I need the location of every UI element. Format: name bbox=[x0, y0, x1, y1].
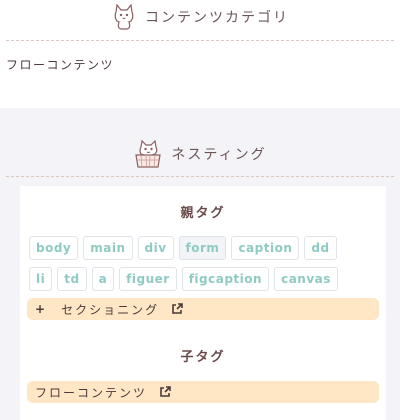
external-link-icon bbox=[160, 386, 171, 397]
flow-content-label: フローコンテンツ bbox=[6, 58, 115, 72]
tag-figcaption[interactable]: figcaption bbox=[181, 267, 270, 291]
parent-tags-row-2: li td a figuer figcaption canvas bbox=[29, 267, 338, 291]
nesting-header: ネスティング bbox=[0, 139, 400, 169]
tag-caption[interactable]: caption bbox=[231, 236, 300, 260]
cat-icon bbox=[114, 3, 134, 30]
tag-form[interactable]: form bbox=[178, 236, 227, 260]
content-category-section: コンテンツカテゴリ フローコンテンツ bbox=[0, 0, 400, 108]
tag-div[interactable]: div bbox=[137, 236, 174, 260]
cat-basket-icon bbox=[135, 139, 162, 168]
tag-td[interactable]: td bbox=[57, 267, 87, 291]
tag-main[interactable]: main bbox=[83, 236, 133, 260]
parent-tags-row-1: body main div form caption dd bbox=[29, 236, 337, 260]
child-flow-content-link[interactable]: フローコンテンツ bbox=[27, 381, 379, 403]
external-link-icon bbox=[172, 303, 183, 314]
tag-li[interactable]: li bbox=[29, 267, 53, 291]
content-category-header: コンテンツカテゴリ bbox=[0, 3, 400, 31]
divider bbox=[6, 176, 394, 177]
tag-dd[interactable]: dd bbox=[304, 236, 337, 260]
sectioning-link[interactable]: + セクショニング bbox=[27, 298, 379, 320]
child-flow-content-label: フローコンテンツ bbox=[35, 385, 148, 400]
nesting-title: ネスティング bbox=[171, 147, 267, 163]
child-tags-title: 子タグ bbox=[180, 350, 226, 365]
divider bbox=[6, 40, 394, 41]
tag-figuer[interactable]: figuer bbox=[119, 267, 177, 291]
tag-canvas[interactable]: canvas bbox=[274, 267, 338, 291]
parent-tags-title: 親タグ bbox=[180, 206, 226, 221]
sectioning-label: セクショニング bbox=[61, 302, 160, 317]
tag-body[interactable]: body bbox=[29, 236, 79, 260]
plus-icon: + bbox=[35, 302, 48, 316]
tag-a[interactable]: a bbox=[91, 267, 115, 291]
content-category-title: コンテンツカテゴリ bbox=[145, 10, 289, 26]
nesting-panel: 親タグ body main div form caption dd li td … bbox=[20, 186, 386, 420]
